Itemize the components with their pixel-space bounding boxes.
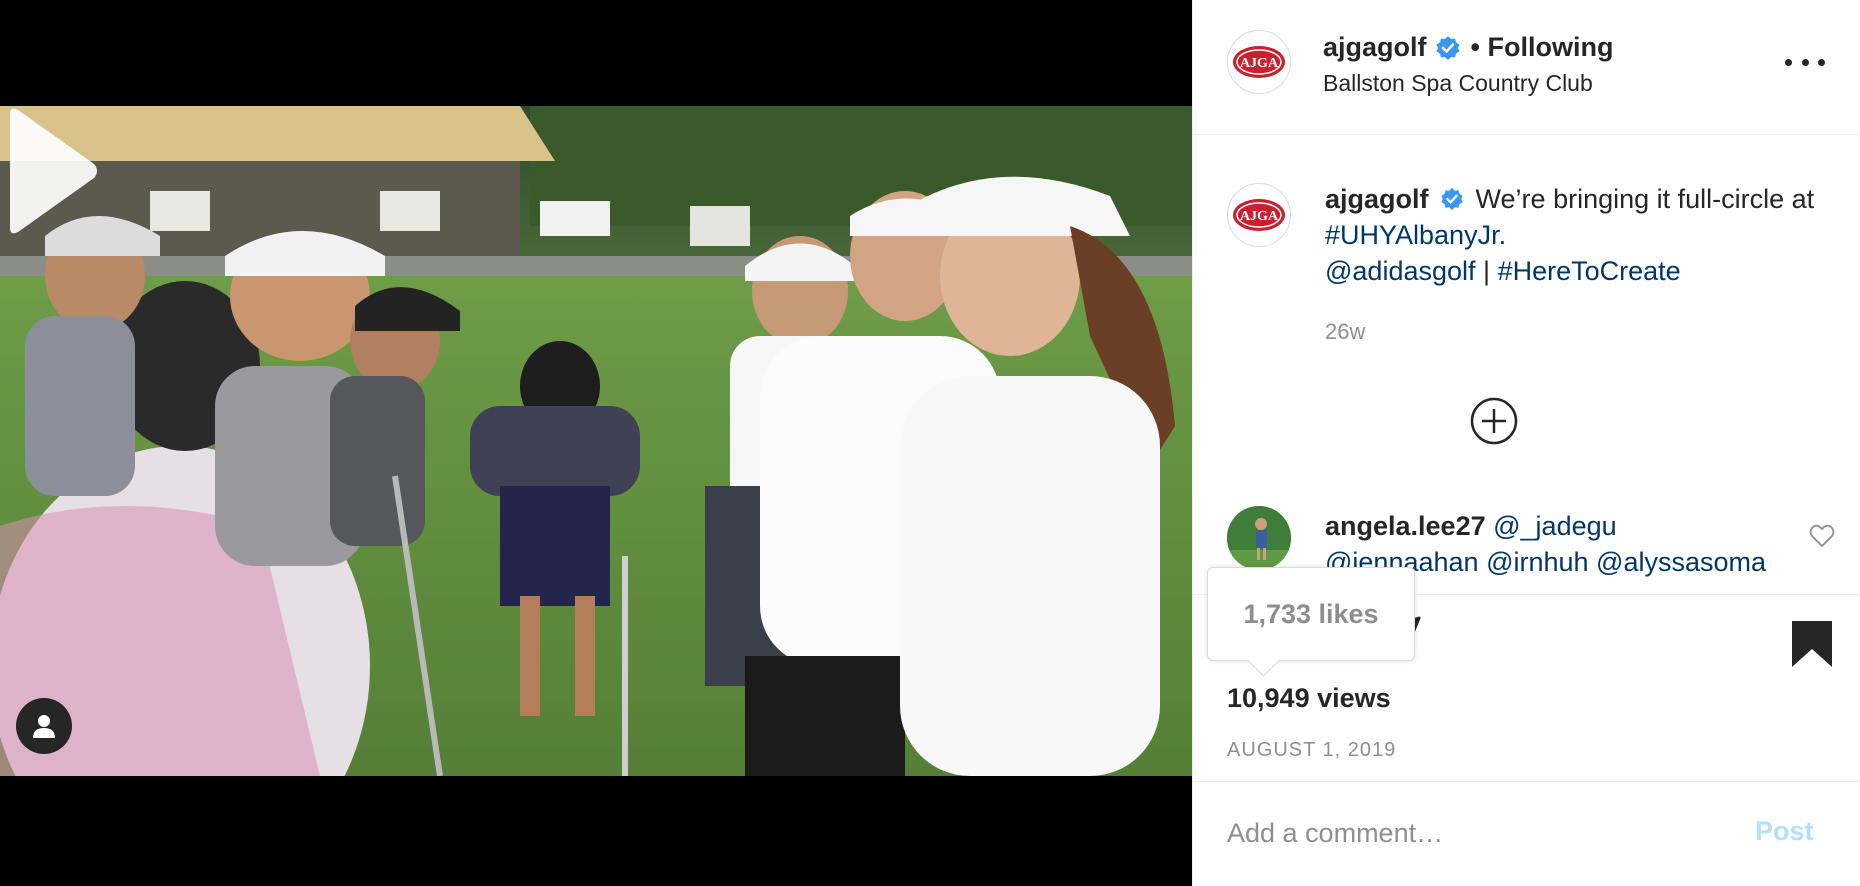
following-button[interactable]: • Following: [1471, 32, 1614, 63]
post-comment-button[interactable]: Post: [1755, 816, 1814, 847]
svg-text:AJGA: AJGA: [1240, 56, 1279, 71]
location-link[interactable]: Ballston Spa Country Club: [1323, 70, 1593, 97]
caption-body: We’re bringing it full-circle at: [1475, 184, 1815, 214]
commenter-username[interactable]: angela.lee27: [1325, 511, 1486, 541]
caption-timestamp[interactable]: 26w: [1325, 319, 1365, 345]
mention-link[interactable]: @adidasgolf: [1325, 256, 1476, 286]
caption-text: ajgagolf We’re bringing it full-circle a…: [1325, 181, 1845, 289]
ajga-logo: AJGA: [1233, 199, 1285, 231]
bookmark-icon[interactable]: [1790, 619, 1834, 669]
comment-form: Post: [1193, 781, 1860, 886]
more-options-icon[interactable]: [1785, 50, 1825, 74]
user-tag-icon: [33, 715, 55, 738]
video-player[interactable]: [0, 106, 1192, 776]
header-title-row: ajgagolf • Following: [1323, 32, 1613, 63]
instagram-post-modal: AJGA ajgagolf • Following Ballston Spa C…: [0, 0, 1860, 886]
commenter-avatar[interactable]: [1227, 506, 1291, 570]
ajga-logo: AJGA: [1233, 46, 1285, 78]
caption-separator: |: [1483, 256, 1491, 286]
user-tag-button[interactable]: [16, 698, 72, 754]
author-avatar[interactable]: AJGA: [1227, 30, 1291, 94]
more-dot: [1785, 58, 1792, 66]
view-count[interactable]: 10,949 views: [1227, 683, 1391, 714]
more-dot: [1801, 58, 1809, 66]
comment-input[interactable]: [1227, 810, 1747, 856]
video-pane: [0, 0, 1192, 886]
commenter-avatar-image: [1227, 506, 1291, 570]
author-username[interactable]: ajgagolf: [1323, 32, 1427, 63]
verified-badge-icon: [1436, 35, 1460, 60]
caption-username[interactable]: ajgagolf: [1325, 184, 1429, 214]
verified-badge-icon: [1441, 187, 1463, 211]
hashtag-link[interactable]: #HereToCreate: [1498, 256, 1681, 286]
post-header: AJGA ajgagolf • Following Ballston Spa C…: [1193, 0, 1860, 135]
play-icon[interactable]: [0, 106, 100, 236]
post-sidebar: AJGA ajgagolf • Following Ballston Spa C…: [1192, 0, 1860, 886]
hashtag-link[interactable]: #UHYAlbanyJr: [1325, 220, 1499, 250]
caption-period: .: [1498, 220, 1507, 250]
mention-link[interactable]: @_jadegu: [1493, 511, 1617, 541]
svg-text:AJGA: AJGA: [1240, 209, 1279, 224]
more-dot: [1818, 58, 1825, 66]
heart-icon[interactable]: [1809, 524, 1835, 548]
video-frame-illustration: [0, 106, 1192, 776]
post-date: AUGUST 1, 2019: [1227, 739, 1397, 761]
likes-tooltip: 1,733 likes: [1207, 567, 1415, 661]
caption-author-avatar[interactable]: AJGA: [1227, 183, 1291, 247]
mention-link[interactable]: @alyssasoma: [1596, 547, 1766, 577]
plus-circle-icon[interactable]: [1469, 396, 1519, 446]
mention-link[interactable]: @irnhuh: [1486, 547, 1588, 577]
